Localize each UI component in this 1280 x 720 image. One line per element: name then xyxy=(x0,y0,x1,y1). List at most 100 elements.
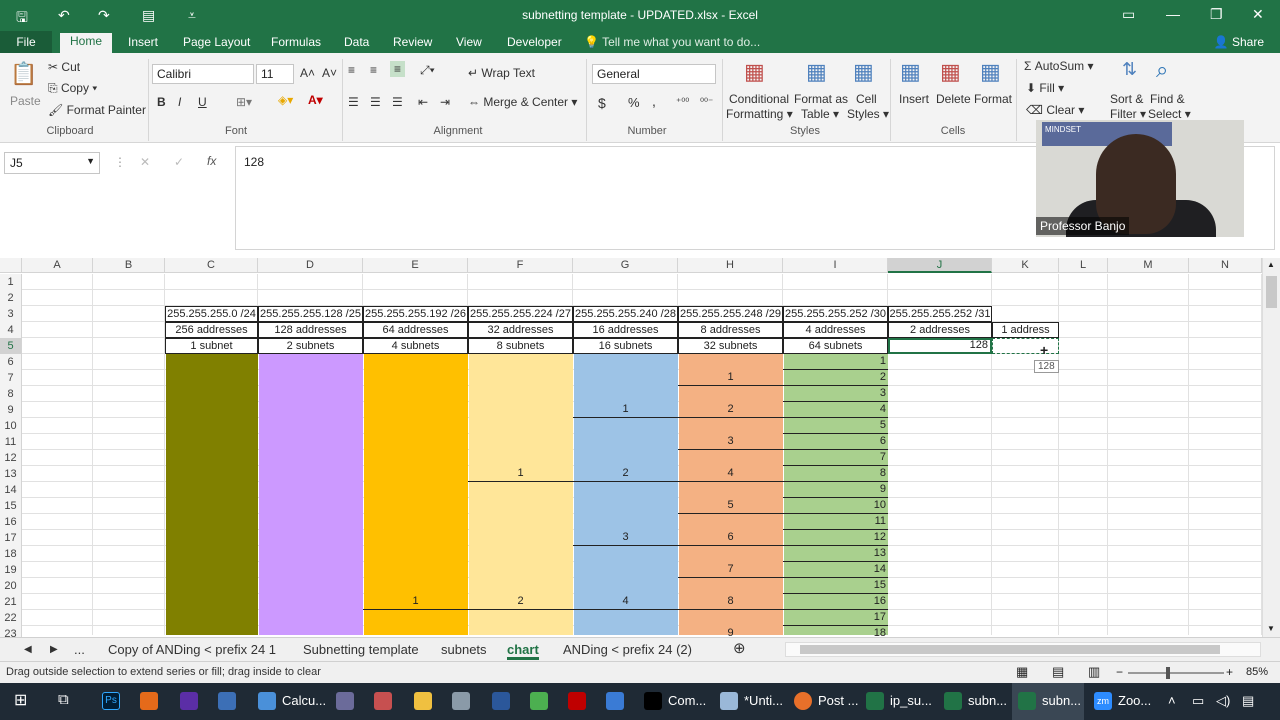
insert-cells-icon[interactable]: ▦ xyxy=(900,59,921,85)
grow-font-icon[interactable]: A˄ xyxy=(300,66,315,80)
address-count-header[interactable]: 2 addresses xyxy=(888,322,992,338)
sort-filter-button-2[interactable]: Filter ▾ xyxy=(1110,107,1146,121)
row-header-20[interactable]: 20 xyxy=(0,578,22,594)
address-count-header[interactable]: 4 addresses xyxy=(783,322,888,338)
zoom-out-icon[interactable]: − xyxy=(1116,665,1123,679)
row-header-2[interactable]: 2 xyxy=(0,290,22,306)
column-header-l[interactable]: L xyxy=(1059,258,1108,273)
column-header-m[interactable]: M xyxy=(1108,258,1189,273)
cell-styles-label-2[interactable]: Styles ▾ xyxy=(847,107,889,121)
subnet-mask-header[interactable]: 255.255.255.252 /30 xyxy=(783,306,888,322)
align-right-icon[interactable]: ☰ xyxy=(392,95,403,109)
page-layout-view-icon[interactable]: ▤ xyxy=(1052,664,1064,680)
subnet-mask-header[interactable]: 255.255.255.248 /29 xyxy=(678,306,783,322)
sheet-tab-anding-2[interactable]: ANDing < prefix 24 (2) xyxy=(563,642,692,657)
subnet-count-header[interactable]: 64 subnets xyxy=(783,338,888,354)
tab-review[interactable]: Review xyxy=(393,34,432,53)
page-break-view-icon[interactable]: ▥ xyxy=(1088,664,1100,680)
subnet-count-header[interactable]: 8 subnets xyxy=(468,338,573,354)
clear-button[interactable]: ⌫ Clear ▾ xyxy=(1026,103,1084,117)
tab-file[interactable]: File xyxy=(0,31,52,53)
format-painter-button[interactable]: 🖌 Format Painter xyxy=(48,103,146,117)
visual-studio-icon[interactable] xyxy=(180,692,198,710)
subnet-mask-header[interactable]: 255.255.255.224 /27 xyxy=(468,306,573,322)
format-cells-icon[interactable]: ▦ xyxy=(980,59,1001,85)
app-icon[interactable] xyxy=(452,692,470,710)
insert-cells-button[interactable]: Insert xyxy=(899,92,929,106)
taskbar-ip-su[interactable]: ip_su... xyxy=(890,693,932,708)
packet-tracer-icon[interactable] xyxy=(606,692,624,710)
word-icon[interactable] xyxy=(492,692,510,710)
align-middle-icon[interactable]: ≡ xyxy=(370,63,377,77)
delete-cells-button[interactable]: Delete xyxy=(936,92,971,106)
align-left-icon[interactable]: ☰ xyxy=(348,95,359,109)
row-header-1[interactable]: 1 xyxy=(0,274,22,290)
excel-icon-2[interactable] xyxy=(944,692,962,710)
calculator-icon[interactable] xyxy=(258,692,276,710)
row-header-12[interactable]: 12 xyxy=(0,450,22,466)
find-select-button-2[interactable]: Select ▾ xyxy=(1148,107,1191,121)
tab-view[interactable]: View xyxy=(456,34,482,53)
paste-icon[interactable]: 📋 xyxy=(10,61,37,87)
sheet-tab-chart[interactable]: chart xyxy=(507,642,539,660)
virtualbox-icon[interactable] xyxy=(218,692,236,710)
address-count-header[interactable]: 32 addresses xyxy=(468,322,573,338)
taskbar-subn-2[interactable]: subn... xyxy=(1042,693,1081,708)
cancel-icon[interactable]: ✕ xyxy=(140,155,150,169)
tell-me-box[interactable]: 💡 Tell me what you want to do... xyxy=(584,34,760,53)
row-header-17[interactable]: 17 xyxy=(0,530,22,546)
delete-cells-icon[interactable]: ▦ xyxy=(940,59,961,85)
column-header-k[interactable]: K xyxy=(992,258,1059,273)
increase-indent-icon[interactable]: ⇥ xyxy=(440,95,450,109)
font-name-select[interactable]: Calibri xyxy=(152,64,254,84)
taskbar-untitled[interactable]: *Unti... xyxy=(744,693,783,708)
align-bottom-icon[interactable]: ≡ xyxy=(390,61,406,77)
cell-styles-icon[interactable]: ▦ xyxy=(853,59,874,85)
subnet-mask-header[interactable]: 255.255.255.252 /31 xyxy=(888,306,992,322)
taskbar-command[interactable]: Com... xyxy=(668,693,706,708)
tab-insert[interactable]: Insert xyxy=(128,34,158,53)
notepad-icon[interactable] xyxy=(530,692,548,710)
row-header-22[interactable]: 22 xyxy=(0,610,22,626)
task-view-icon[interactable]: ⧉ xyxy=(58,691,69,708)
sheet-tab-subnetting-template[interactable]: Subnetting template xyxy=(303,642,419,657)
cut-button[interactable]: ✂ Cut xyxy=(48,60,80,74)
comma-button[interactable]: , xyxy=(652,93,656,109)
tab-scroll-left-icon[interactable]: ◀ xyxy=(24,644,32,655)
excel-icon-3[interactable] xyxy=(1018,692,1036,710)
snip-icon[interactable] xyxy=(374,692,392,710)
tray-chevron-icon[interactable]: ˄ xyxy=(1168,693,1176,708)
row-header-19[interactable]: 19 xyxy=(0,562,22,578)
magnifier-icon[interactable]: ⌕ xyxy=(1156,57,1168,83)
borders-icon[interactable]: ⊞▾ xyxy=(236,95,252,109)
zoom-level[interactable]: 85% xyxy=(1246,666,1268,678)
number-format-select[interactable]: General xyxy=(592,64,716,84)
row-header-9[interactable]: 9 xyxy=(0,402,22,418)
photoshop-icon[interactable]: Ps xyxy=(102,692,120,710)
format-as-table-icon[interactable]: ▦ xyxy=(806,59,827,85)
close-icon[interactable]: ✕ xyxy=(1252,6,1264,23)
column-header-c[interactable]: C xyxy=(165,258,258,273)
subnet-mask-header[interactable]: 255.255.255.192 /26 xyxy=(363,306,468,322)
merge-center-button[interactable]: ⇔ Merge & Center ▾ xyxy=(468,95,577,109)
vlc-icon[interactable] xyxy=(140,692,158,710)
sheet-tab-copy-anding[interactable]: Copy of ANDing < prefix 24 1 xyxy=(108,642,276,657)
address-count-header[interactable]: 8 addresses xyxy=(678,322,783,338)
subnet-mask-header[interactable]: 255.255.255.0 /24 xyxy=(165,306,258,322)
tab-formulas[interactable]: Formulas xyxy=(271,34,321,53)
fill-button[interactable]: ⬇ Fill ▾ xyxy=(1026,81,1064,95)
subnet-count-header[interactable]: 16 subnets xyxy=(573,338,678,354)
filezilla-icon[interactable] xyxy=(568,692,586,710)
tab-scroll-right-icon[interactable]: ▶ xyxy=(50,644,58,655)
underline-button[interactable]: U xyxy=(198,95,207,109)
windows-start-icon[interactable]: ⊞ xyxy=(14,690,27,710)
select-all-corner[interactable] xyxy=(0,258,22,273)
wrap-text-button[interactable]: ↵ Wrap Text xyxy=(468,66,535,80)
conditional-formatting-label-2[interactable]: Formatting ▾ xyxy=(726,107,793,121)
share-button[interactable]: 👤 Share xyxy=(1208,33,1270,51)
zoom-slider-thumb[interactable] xyxy=(1166,667,1170,679)
column-header-f[interactable]: F xyxy=(468,258,573,273)
increase-decimal-icon[interactable]: ⁺⁰⁰ xyxy=(676,97,689,108)
row-header-11[interactable]: 11 xyxy=(0,434,22,450)
format-cells-button[interactable]: Format xyxy=(974,92,1012,106)
